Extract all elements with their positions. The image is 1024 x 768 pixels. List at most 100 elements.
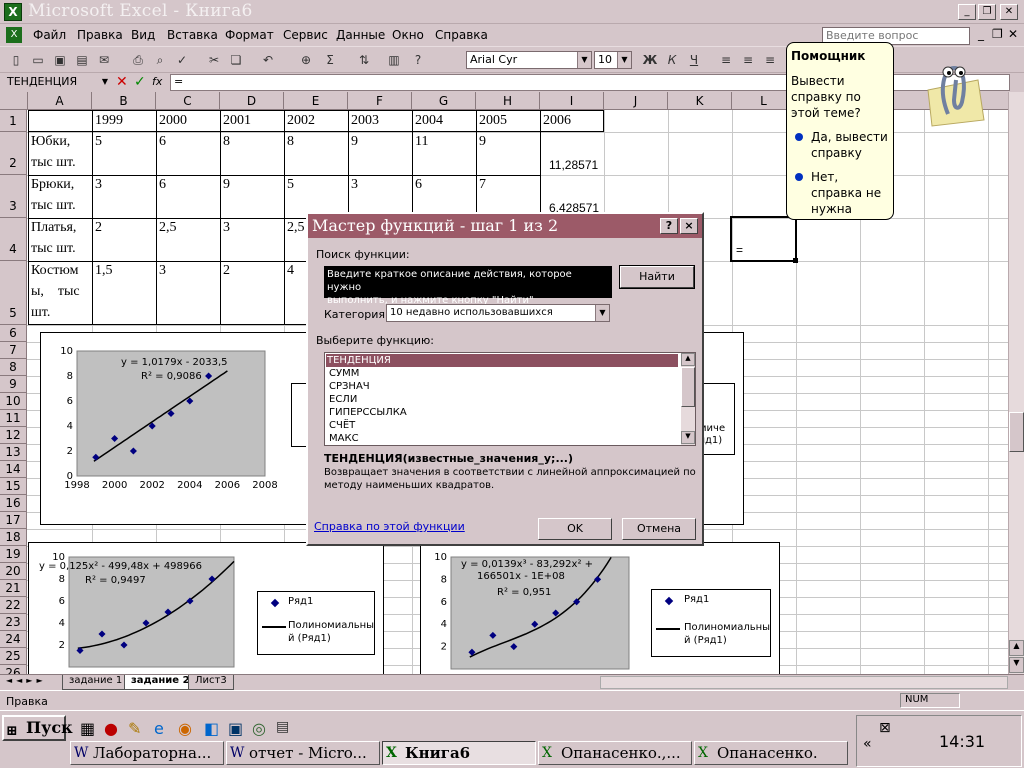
row-header[interactable]: 18 [0, 529, 27, 546]
active-cell-l4[interactable]: = [733, 240, 743, 260]
tab-zadanie-2[interactable]: задание 2 [124, 675, 197, 690]
app-icon[interactable]: ◎ [252, 719, 266, 738]
row-header[interactable]: 19 [0, 546, 27, 563]
minimize-button[interactable]: _ [958, 4, 976, 20]
list-scrollbar[interactable]: ▲ ▼ [681, 353, 695, 445]
dialog-close-button[interactable]: × [680, 218, 698, 234]
dialog-help-button[interactable]: ? [660, 218, 678, 234]
cancel-button[interactable]: Отмена [622, 518, 696, 540]
menu-insert[interactable]: Вставка [167, 28, 218, 42]
spelling-icon[interactable]: ✓ [174, 52, 190, 68]
tab-list3[interactable]: Лист3 [188, 675, 234, 690]
vertical-scrollbar[interactable]: ▲ ▼ [1008, 92, 1024, 674]
task-button[interactable]: X Опанасенко. [694, 741, 848, 765]
scroll-thumb[interactable] [681, 367, 695, 407]
chart-poly2[interactable]: Ряд1 Полиномиальны й (Ряд1) 2 4 6 8 10 y = 0,… [28, 542, 384, 674]
media-icon[interactable]: ◉ [178, 719, 192, 738]
row-header[interactable]: 12 [0, 427, 27, 444]
scroll-up-icon[interactable]: ▲ [681, 353, 695, 366]
restore-button[interactable]: ❐ [978, 4, 996, 20]
tab-zadanie-1[interactable]: задание 1 [62, 675, 130, 690]
cell-label[interactable]: тыс шт. [28, 153, 76, 173]
task-button[interactable]: W Лабораторна... [70, 741, 224, 765]
notes-icon[interactable]: ▣ [228, 719, 243, 738]
font-size-select[interactable]: 10 ▼ [594, 51, 632, 69]
save-icon[interactable]: ▣ [52, 52, 68, 68]
align-center-icon[interactable]: ≡ [740, 52, 756, 68]
enter-check-icon[interactable]: ✓ [134, 74, 146, 90]
chevron-down-icon[interactable]: ▼ [577, 52, 591, 68]
cell-value[interactable]: 6 [156, 132, 166, 152]
cell-value[interactable]: 2,5 [156, 218, 177, 238]
function-search-input[interactable]: Введите краткое описание действия, котор… [324, 266, 612, 306]
print-preview-icon[interactable]: ⌕ [152, 52, 168, 68]
doc-restore-button[interactable]: ❐ [992, 27, 1003, 41]
row-header[interactable]: 26 [0, 665, 27, 674]
cell-value[interactable]: 1,5 [92, 261, 113, 281]
scroll-thumb[interactable] [1009, 412, 1024, 452]
align-right-icon[interactable]: ≡ [762, 52, 778, 68]
cell-label[interactable]: Платья, [28, 218, 76, 238]
menu-tools[interactable]: Сервис [283, 28, 328, 42]
permission-icon[interactable]: ▤ [74, 52, 90, 68]
menu-format[interactable]: Формат [225, 28, 274, 42]
cell-value[interactable]: 7 [476, 175, 486, 195]
cell-value[interactable]: 5 [92, 132, 102, 152]
undo-icon[interactable]: ↶ [260, 52, 276, 68]
tif-icon[interactable]: ▤ [276, 719, 289, 735]
print-icon[interactable]: ⎙ [130, 52, 146, 68]
align-left-icon[interactable]: ≡ [718, 52, 734, 68]
help-link[interactable]: Справка по этой функции [314, 520, 465, 533]
task-button[interactable]: Wотчет - Micro... [226, 741, 380, 765]
list-item[interactable]: ГИПЕРССЫЛКА [328, 406, 680, 419]
row-header[interactable]: 22 [0, 597, 27, 614]
help-icon[interactable]: ? [410, 52, 426, 68]
cell-value[interactable]: 6 [412, 175, 422, 195]
cell-value[interactable]: 5 [284, 175, 294, 195]
row-header[interactable]: 10 [0, 393, 27, 410]
tray-chevron[interactable]: « [863, 736, 872, 752]
row-header[interactable]: 14 [0, 461, 27, 478]
row-header[interactable]: 11 [0, 410, 27, 427]
row-header[interactable]: 13 [0, 444, 27, 461]
cell-year[interactable]: 1999 [92, 111, 123, 131]
category-select[interactable]: 10 недавно использовавшихся ▼ [386, 304, 610, 322]
menu-window[interactable]: Окно [392, 28, 424, 42]
ok-button[interactable]: OK [538, 518, 612, 540]
find-button[interactable]: Найти [619, 265, 695, 289]
bold-button[interactable]: Ж [642, 52, 658, 68]
menu-help[interactable]: Справка [435, 28, 488, 42]
cell-value[interactable]: 3 [348, 175, 358, 195]
cut-icon[interactable]: ✂ [206, 52, 222, 68]
close-button[interactable]: ✕ [1000, 4, 1018, 20]
cancel-entry-icon[interactable]: ✕ [116, 74, 128, 90]
chevron-down-icon[interactable]: ▼ [595, 305, 609, 321]
clippy-icon[interactable] [918, 50, 988, 130]
assistant-option-no[interactable]: Нет, справка не нужна [811, 169, 891, 217]
list-item[interactable]: СЧЁТ [328, 419, 680, 432]
cell-year[interactable]: 2001 [220, 111, 251, 131]
font-name-select[interactable]: Arial Cyr ▼ [466, 51, 592, 69]
opera-icon[interactable]: ● [104, 719, 118, 738]
new-icon[interactable]: ▯ [8, 52, 24, 68]
doc-close-button[interactable]: ✕ [1008, 27, 1018, 41]
cell-label[interactable]: тыс шт. [28, 196, 76, 216]
list-item[interactable]: СРЗНАЧ [328, 380, 680, 393]
scroll-up-icon[interactable]: ▲ [1009, 640, 1024, 656]
cell-value[interactable]: 11 [412, 132, 428, 152]
cell-label[interactable]: ы, тыс [28, 282, 80, 302]
excel-app-icon[interactable]: X [4, 3, 22, 21]
row-header[interactable]: 16 [0, 495, 27, 512]
scroll-down-icon[interactable]: ▼ [1009, 657, 1024, 673]
menu-edit[interactable]: Правка [77, 28, 123, 42]
cell-label[interactable]: Юбки, [28, 132, 70, 152]
autosum-icon[interactable]: Σ [322, 52, 338, 68]
cell-value[interactable]: 2 [92, 218, 102, 238]
open-icon[interactable]: ▭ [30, 52, 46, 68]
ie-icon[interactable]: e [154, 719, 164, 738]
cell-year[interactable]: 2003 [348, 111, 379, 131]
tab-scroll-icons[interactable]: ◄◄►► [6, 676, 47, 685]
sort-icon[interactable]: ⇅ [356, 52, 372, 68]
chart-poly3[interactable]: Ряд1 Полиномиальны й (Ряд1) 2 4 6 8 10 y = 0,… [420, 542, 780, 674]
italic-button[interactable]: К [664, 52, 680, 68]
